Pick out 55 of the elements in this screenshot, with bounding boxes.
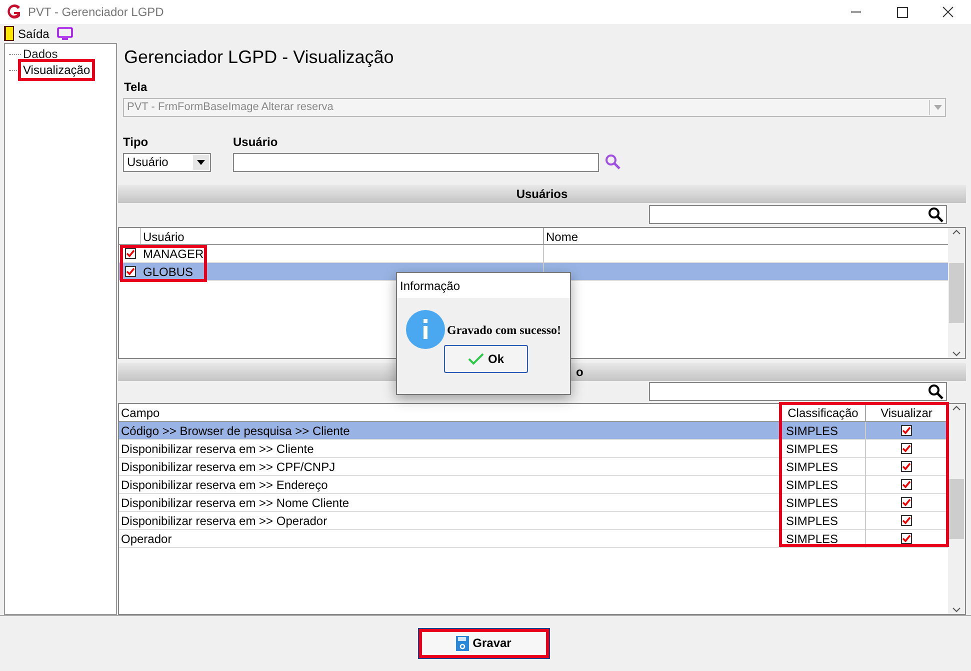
scrollbar[interactable] bbox=[948, 228, 965, 358]
checkbox[interactable] bbox=[901, 425, 912, 436]
scroll-down-icon[interactable] bbox=[952, 349, 961, 358]
field-row[interactable]: Código >> Browser de pesquisa >> Cliente SIMPLES bbox=[119, 422, 948, 440]
checkbox[interactable] bbox=[901, 533, 912, 544]
scroll-down-icon[interactable] bbox=[952, 605, 961, 614]
field-row[interactable]: Disponibilizar reserva em >> Operador SIMPLES bbox=[119, 512, 948, 530]
column-header[interactable]: Usuário bbox=[141, 228, 544, 244]
user-field[interactable] bbox=[233, 152, 599, 172]
checkbox[interactable] bbox=[124, 266, 136, 278]
checkbox[interactable] bbox=[901, 497, 912, 508]
info-icon bbox=[406, 310, 445, 349]
scrollbar[interactable] bbox=[948, 404, 965, 614]
checkbox[interactable] bbox=[901, 479, 912, 490]
page-heading: Gerenciador LGPD - Visualização bbox=[124, 46, 395, 68]
search-icon[interactable] bbox=[928, 384, 944, 400]
checkbox[interactable] bbox=[901, 461, 912, 472]
field-row[interactable]: Disponibilizar reserva em >> Nome Cliente SIMPLES bbox=[119, 494, 948, 512]
field-row[interactable]: Disponibilizar reserva em >> Endereço SIMPLES bbox=[119, 476, 948, 494]
search-icon[interactable] bbox=[928, 206, 944, 223]
dropdown-arrow-icon bbox=[197, 160, 205, 164]
field-label: Tipo bbox=[123, 134, 150, 150]
fields-search-field[interactable] bbox=[649, 382, 947, 402]
save-button[interactable]: Gravar bbox=[418, 628, 548, 658]
monitor-icon[interactable] bbox=[57, 26, 74, 40]
app-logo bbox=[6, 4, 22, 20]
ok-button[interactable]: Ok bbox=[444, 345, 528, 373]
type-dropdown[interactable]: Usuário bbox=[123, 152, 211, 172]
door-icon bbox=[4, 26, 14, 41]
column-header[interactable]: Classificação bbox=[781, 404, 866, 421]
tree-item[interactable]: Visualização bbox=[21, 61, 92, 79]
column-header[interactable]: Nome bbox=[544, 228, 578, 244]
checkbox[interactable] bbox=[901, 443, 912, 454]
checkbox[interactable] bbox=[901, 515, 912, 526]
table-cell: Operador bbox=[119, 530, 781, 548]
dialog-message: Gravado com sucesso! bbox=[447, 322, 561, 338]
scroll-up-icon[interactable] bbox=[952, 404, 961, 413]
dropdown-arrow-icon bbox=[934, 104, 942, 110]
table-cell: SIMPLES bbox=[781, 530, 866, 548]
checkbox[interactable] bbox=[124, 248, 136, 260]
field-row[interactable]: Disponibilizar reserva em >> Cliente SIMPLES bbox=[119, 440, 948, 458]
field-row[interactable]: Operador SIMPLES bbox=[119, 530, 948, 548]
column-header[interactable]: Campo bbox=[119, 404, 781, 421]
user-row[interactable]: MANAGER bbox=[119, 245, 948, 264]
field-label: Tela bbox=[124, 79, 148, 96]
exit-menu-item[interactable]: Saída bbox=[4, 24, 50, 42]
tree-item[interactable]: Dados bbox=[21, 45, 60, 63]
users-search-field[interactable] bbox=[649, 205, 947, 224]
field-row[interactable]: Disponibilizar reserva em >> CPF/CNPJ SIMPLES bbox=[119, 458, 948, 476]
checkmark-icon bbox=[468, 353, 484, 365]
column-header[interactable]: Visualizar bbox=[866, 404, 947, 421]
dialog-title: Informação bbox=[397, 273, 570, 298]
section-header: Usuários bbox=[118, 184, 966, 202]
window-title: PVT - Gerenciador LGPD bbox=[28, 4, 164, 21]
field-label: Usuário bbox=[233, 134, 279, 150]
